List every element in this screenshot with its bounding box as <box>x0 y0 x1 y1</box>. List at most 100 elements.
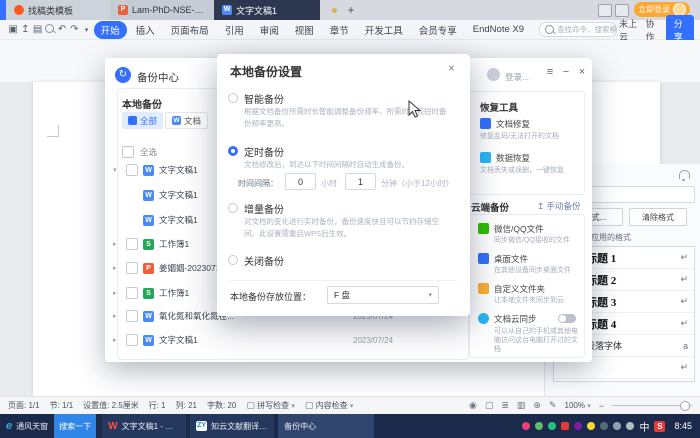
row-checkbox[interactable] <box>126 238 138 250</box>
avatar[interactable] <box>487 68 500 81</box>
zoom-slider[interactable] <box>612 401 692 411</box>
cloud-sync-toggle[interactable] <box>558 314 576 323</box>
network-icon[interactable] <box>626 422 635 430</box>
eye-protect-icon[interactable]: ◉ <box>469 400 477 411</box>
chevron-icon[interactable]: ▸ <box>113 289 121 297</box>
taskbar-item-wps[interactable]: W 文字文稿1 - WPS Of... <box>102 414 187 438</box>
ribbon-tab-home[interactable]: 开始 <box>93 20 127 39</box>
new-tab-button[interactable]: + <box>343 2 359 18</box>
view-write-icon[interactable]: ✎ <box>549 400 557 411</box>
zhiyun-icon: ZY <box>196 421 208 431</box>
ribbon-tab-section[interactable]: 章节 <box>323 21 356 39</box>
ribbon-tab-view[interactable]: 视图 <box>288 21 321 39</box>
taskbar-item-browser[interactable]: e 通风天窗 <box>0 414 54 438</box>
chevron-icon[interactable]: ▾ <box>113 166 121 174</box>
doc-repair-title[interactable]: 文档修复 <box>496 118 530 130</box>
chevron-icon[interactable]: ▸ <box>113 240 121 248</box>
storage-location-select[interactable]: F 盘 ▾ <box>327 286 439 304</box>
chevron-icon[interactable]: ▸ <box>113 312 121 320</box>
save-icon[interactable]: ▣ <box>8 24 18 35</box>
redo-icon[interactable]: ↷ <box>69 24 79 35</box>
ribbon-tab-review[interactable]: 审阅 <box>253 21 286 39</box>
taskbar-item-zhiyun[interactable]: ZY 知云文献翻译V7.8.0 <box>190 414 275 438</box>
cloud-status[interactable]: 未上云 <box>619 17 637 43</box>
select-all-checkbox[interactable] <box>122 146 134 158</box>
incremental-backup-radio[interactable] <box>228 203 238 213</box>
export-icon[interactable]: ↥ <box>20 24 30 35</box>
tray-wechat-icon[interactable] <box>548 422 557 430</box>
zoom-out-icon[interactable]: − <box>599 401 604 411</box>
close-icon[interactable]: × <box>448 61 455 75</box>
bell-icon[interactable] <box>679 170 690 181</box>
menu-icon[interactable]: ≡ <box>543 66 557 78</box>
row-checkbox[interactable] <box>126 287 138 299</box>
content-check-button[interactable]: ▢ 内容检查 ▾ <box>305 400 354 411</box>
taskbar-item-backup-center[interactable]: 备份中心 <box>278 414 375 438</box>
chevron-icon[interactable]: ▸ <box>113 336 121 344</box>
command-search-input[interactable]: 查找命令、搜索模板 <box>539 22 618 37</box>
tray-app-icon[interactable] <box>535 422 544 430</box>
zoom-level[interactable]: 100% ▾ <box>565 401 591 410</box>
timed-backup-radio[interactable] <box>228 146 238 156</box>
ribbon-tab-references[interactable]: 引用 <box>218 21 251 39</box>
disable-backup-label[interactable]: 关闭备份 <box>244 253 284 268</box>
ribbon-tab-page-layout[interactable]: 页面布局 <box>164 21 216 39</box>
select-all-row[interactable]: 全选 <box>122 146 157 158</box>
preview-icon[interactable] <box>45 23 55 36</box>
print-icon[interactable]: ▤ <box>32 24 42 35</box>
minutes-input[interactable] <box>345 173 376 190</box>
spell-check-button[interactable]: ▢ 拼写检查 ▾ <box>246 400 295 411</box>
tray-s-icon[interactable]: S <box>654 420 666 432</box>
zoom-slider-knob[interactable] <box>680 401 690 411</box>
ribbon-tab-endnote[interactable]: EndNote X9 <box>466 22 531 37</box>
view-outline-icon[interactable]: ≣ <box>501 400 509 411</box>
taskbar-search-button[interactable]: 搜索一下 <box>54 414 97 438</box>
tray-flower-icon[interactable] <box>522 422 531 430</box>
volume-icon[interactable] <box>613 422 622 430</box>
undo-icon[interactable]: ↶ <box>57 24 67 35</box>
chevron-down-icon[interactable]: ▾ <box>81 26 91 34</box>
hours-input[interactable] <box>285 173 316 190</box>
ribbon-tab-membership[interactable]: 会员专享 <box>412 21 464 39</box>
data-recover-title[interactable]: 数据恢复 <box>496 152 530 164</box>
clear-format-button[interactable]: 清除格式 <box>629 208 687 226</box>
smart-backup-radio[interactable] <box>228 93 238 103</box>
view-page-icon[interactable]: ▢ <box>485 400 494 411</box>
manual-backup-link[interactable]: ↥ 手动备份 <box>537 200 581 212</box>
ribbon-tab-insert[interactable]: 插入 <box>129 21 162 39</box>
collaborate-button[interactable]: 协作 <box>646 17 658 43</box>
incremental-backup-label[interactable]: 增量备份 <box>244 201 284 216</box>
table-row[interactable]: ▸ W 文字文稿1 2023/07/24 <box>113 330 458 350</box>
row-checkbox[interactable] <box>126 334 138 346</box>
timed-backup-label[interactable]: 定时备份 <box>244 144 284 159</box>
tray-app-icon[interactable] <box>574 422 583 430</box>
file-icon: S <box>143 287 154 299</box>
word-count[interactable]: 字数: 20 <box>207 400 236 411</box>
filter-all-button[interactable]: 全部 <box>122 112 164 129</box>
view-read-icon[interactable]: ⊕ <box>533 400 541 411</box>
backup-login-link[interactable]: 登录... <box>505 71 529 83</box>
wechat-files-title[interactable]: 微信/QQ文件 <box>494 223 544 235</box>
filter-doc-button[interactable]: W 文档 <box>165 112 209 129</box>
tray-app-icon[interactable] <box>587 422 596 430</box>
tray-app-icon[interactable] <box>561 422 570 430</box>
minimize-icon[interactable]: − <box>559 66 573 78</box>
tab-text-document[interactable]: W 文字文稿1 <box>214 0 320 20</box>
tab-docer-template[interactable]: 找稿类模板 <box>6 0 110 20</box>
smart-backup-label[interactable]: 智能备份 <box>244 91 284 106</box>
ime-indicator[interactable]: 中 <box>639 419 649 434</box>
row-checkbox[interactable] <box>126 310 138 322</box>
disable-backup-radio[interactable] <box>228 255 238 265</box>
layout-mode-icon[interactable] <box>598 4 612 17</box>
view-web-icon[interactable]: ▥ <box>517 400 526 411</box>
desktop-files-title[interactable]: 桌面文件 <box>494 253 528 265</box>
ribbon-tab-developer[interactable]: 开发工具 <box>358 21 410 39</box>
close-icon[interactable]: × <box>575 66 589 78</box>
row-checkbox[interactable] <box>126 164 138 176</box>
doc-cloud-sync-title[interactable]: 文档云同步 <box>494 313 537 325</box>
row-checkbox[interactable] <box>126 262 138 274</box>
custom-folder-title[interactable]: 自定义文件夹 <box>494 283 545 295</box>
tray-camera-icon[interactable] <box>600 422 609 430</box>
tab-pdf-document[interactable]: P Lam-PhD-NSE-2020.pdf <box>110 0 214 20</box>
chevron-icon[interactable]: ▸ <box>113 264 121 272</box>
